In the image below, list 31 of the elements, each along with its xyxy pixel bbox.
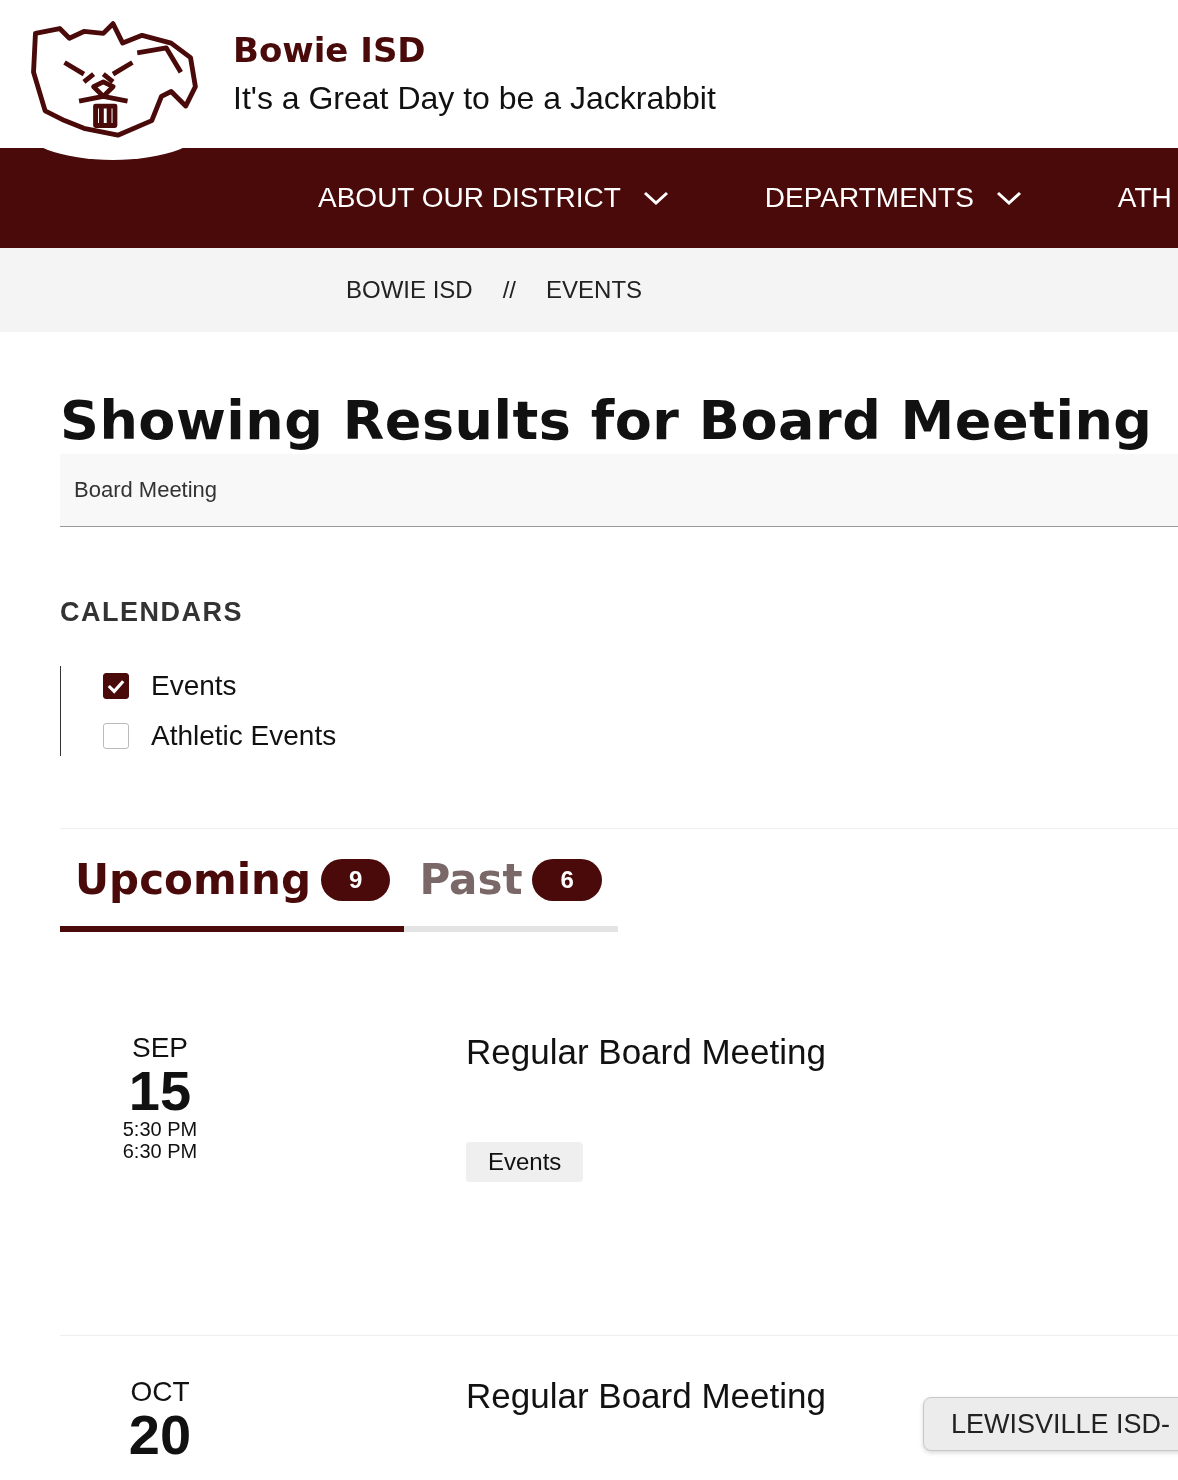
calendars-heading: CALENDARS — [60, 597, 244, 628]
checkbox[interactable] — [103, 723, 129, 749]
floating-button[interactable]: LEWISVILLE ISD- — [923, 1397, 1178, 1451]
event-month: OCT — [130, 1376, 190, 1408]
chevron-down-icon — [995, 190, 1022, 206]
nav-item[interactable]: DEPARTMENTS — [764, 182, 1022, 214]
nav-item[interactable]: ATH — [1117, 182, 1172, 214]
event-tag[interactable]: Events — [466, 1142, 584, 1182]
event-time: 5:30 PM — [122, 1118, 198, 1140]
checkbox-label[interactable]: Athletic Events — [151, 720, 337, 752]
tagline: It's a Great Day to be a Jackrabbit — [233, 79, 716, 118]
search-field[interactable]: Board Meeting — [60, 454, 1178, 527]
event-day: 20 — [128, 1408, 192, 1462]
event-time: 6:30 PM — [122, 1140, 198, 1162]
event-day: 15 — [128, 1064, 192, 1118]
site-name[interactable]: Bowie ISD — [233, 30, 716, 70]
event-month: SEP — [132, 1032, 188, 1064]
count-badge: 6 — [532, 858, 602, 901]
page-heading: Showing Results for Board Meeting — [60, 388, 1154, 454]
tab[interactable]: Past 6 — [404, 855, 618, 932]
checkbox-label[interactable]: Events — [151, 670, 237, 702]
checkbox[interactable] — [103, 673, 129, 699]
nav-item[interactable]: ABOUT OUR DISTRICT — [318, 182, 669, 214]
breadcrumb-link[interactable]: BOWIE ISD — [346, 276, 473, 304]
event-title[interactable]: Regular Board Meeting — [466, 1032, 826, 1072]
breadcrumb-link[interactable]: EVENTS — [546, 276, 643, 304]
breadcrumb-separator: // — [502, 276, 517, 304]
event-title[interactable]: Regular Board Meeting — [466, 1376, 826, 1416]
count-badge: 9 — [321, 858, 391, 901]
tab[interactable]: Upcoming 9 — [60, 855, 405, 932]
chevron-down-icon — [642, 190, 669, 206]
